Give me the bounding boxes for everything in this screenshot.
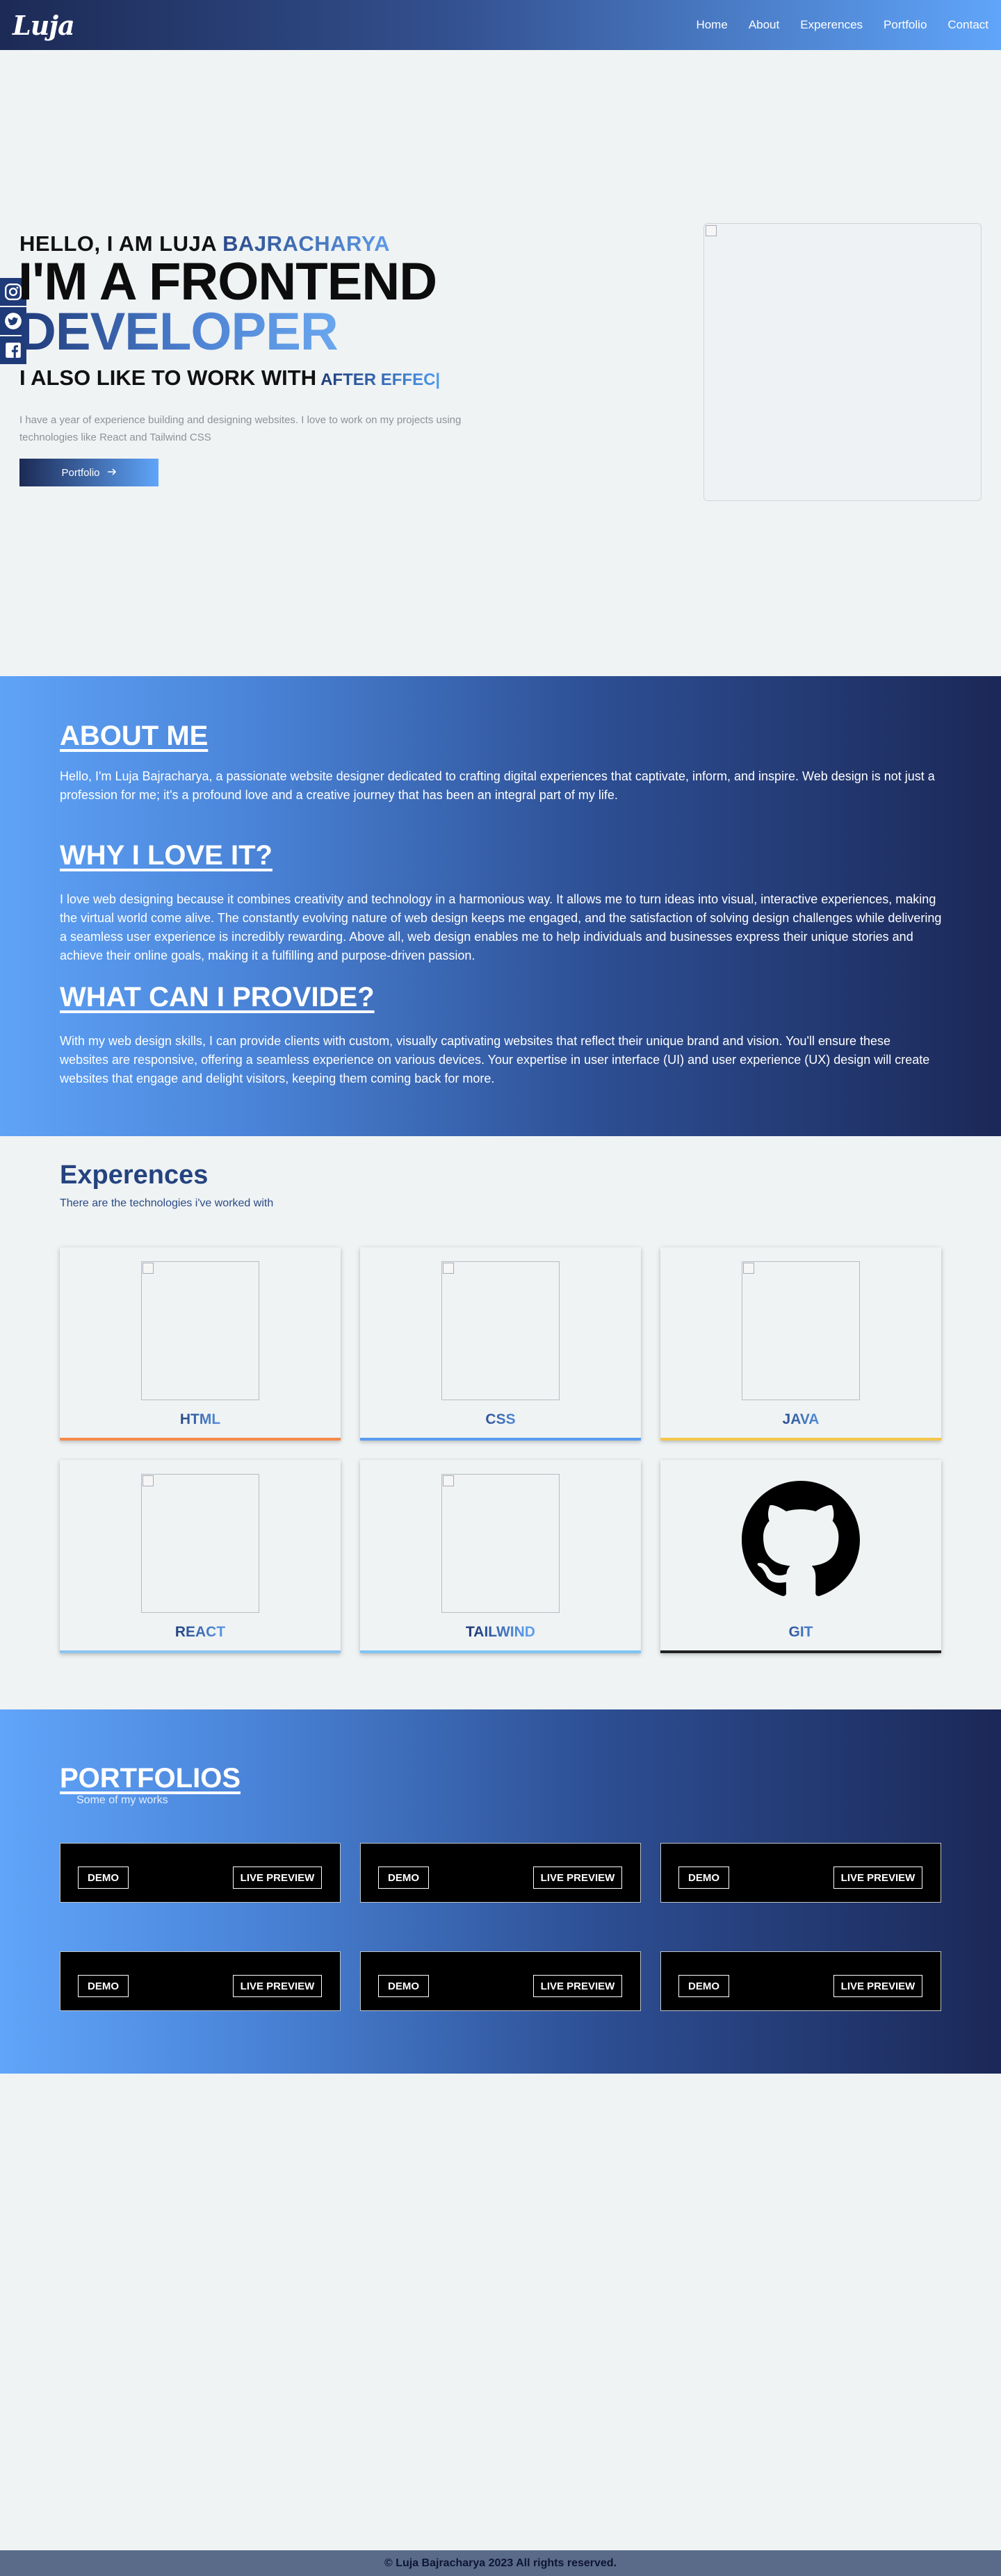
experience-card-label: HTML bbox=[60, 1411, 341, 1428]
portfolio-card: DEMO LIVE PREVIEW bbox=[60, 1843, 341, 1903]
experience-card-label: CSS bbox=[360, 1411, 641, 1428]
live-preview-button[interactable]: LIVE PREVIEW bbox=[533, 1975, 622, 1997]
footer: © Luja Bajracharya 2023 All rights reser… bbox=[0, 2550, 1001, 2576]
experience-card-tailwind: TAILWIND bbox=[360, 1460, 641, 1653]
css-logo-image bbox=[441, 1261, 560, 1400]
portfolio-card: DEMO LIVE PREVIEW bbox=[660, 1843, 941, 1903]
nav-link-home[interactable]: Home bbox=[696, 18, 727, 32]
provide-text: With my web design skills, I can provide… bbox=[60, 1034, 930, 1085]
broken-image-icon bbox=[743, 1263, 754, 1274]
logo[interactable]: Luja bbox=[13, 10, 75, 41]
navbar: Luja Home About Experences Portfolio Con… bbox=[0, 0, 1001, 50]
live-preview-button[interactable]: LIVE PREVIEW bbox=[233, 1867, 322, 1889]
experience-card-css: CSS bbox=[360, 1247, 641, 1441]
broken-image-icon bbox=[443, 1263, 454, 1274]
java-logo-image bbox=[742, 1261, 860, 1400]
github-icon bbox=[742, 1481, 860, 1599]
portfolio-subtitle: Some of my works bbox=[76, 1794, 168, 1806]
experiences-title: Experences bbox=[60, 1160, 209, 1190]
broken-image-icon bbox=[706, 225, 717, 236]
demo-button[interactable]: DEMO bbox=[78, 1867, 129, 1889]
about-heading: ABOUT ME bbox=[60, 721, 209, 751]
portfolio-heading: PORTFOLIOS bbox=[60, 1763, 241, 1794]
demo-button[interactable]: DEMO bbox=[378, 1867, 429, 1889]
portfolio-button[interactable]: Portfolio bbox=[19, 459, 158, 486]
hero-also-text: I ALSO LIKE TO WORK WITH bbox=[19, 366, 317, 390]
html-logo-image bbox=[141, 1261, 259, 1400]
hero-image bbox=[703, 223, 982, 501]
experiences-subtitle: There are the technologies i've worked w… bbox=[60, 1197, 274, 1209]
broken-image-icon bbox=[443, 1475, 454, 1486]
portfolio-card: DEMO LIVE PREVIEW bbox=[360, 1951, 641, 2011]
portfolio-card: DEMO LIVE PREVIEW bbox=[660, 1951, 941, 2011]
nav-link-contact[interactable]: Contact bbox=[947, 18, 988, 32]
nav-link-portfolio[interactable]: Portfolio bbox=[884, 18, 927, 32]
broken-image-icon bbox=[143, 1475, 154, 1486]
live-preview-button[interactable]: LIVE PREVIEW bbox=[833, 1975, 922, 1997]
portfolio-card: DEMO LIVE PREVIEW bbox=[60, 1951, 341, 2011]
tailwind-logo-image bbox=[441, 1474, 560, 1613]
experience-card-label: JAVA bbox=[660, 1411, 941, 1428]
demo-button[interactable]: DEMO bbox=[678, 1975, 729, 1997]
about-section: ABOUT ME Hello, I'm Luja Bajracharya, a … bbox=[0, 676, 1001, 1136]
live-preview-button[interactable]: LIVE PREVIEW bbox=[233, 1975, 322, 1997]
portfolio-card: DEMO LIVE PREVIEW bbox=[360, 1843, 641, 1903]
demo-button[interactable]: DEMO bbox=[78, 1975, 129, 1997]
hero-role-line1: I'M A FRONTEND bbox=[18, 252, 437, 311]
experience-card-label: REACT bbox=[60, 1624, 341, 1641]
hero-typewriter-text: AFTER EFFEC| bbox=[320, 370, 441, 389]
hero-description: I have a year of experience building and… bbox=[19, 414, 462, 443]
hero-also: I ALSO LIKE TO WORK WITH AFTER EFFEC| bbox=[19, 366, 440, 391]
portfolio-section: PORTFOLIOS Some of my works DEMO LIVE PR… bbox=[0, 1709, 1001, 2074]
nav-links: Home About Experences Portfolio Contact bbox=[675, 18, 988, 32]
experience-card-react: REACT bbox=[60, 1460, 341, 1653]
demo-button[interactable]: DEMO bbox=[378, 1975, 429, 1997]
experience-card-html: HTML bbox=[60, 1247, 341, 1441]
hero-role-line2: DEVELOPER bbox=[18, 302, 339, 361]
nav-link-about[interactable]: About bbox=[749, 18, 779, 32]
experience-card-label: TAILWIND bbox=[360, 1624, 641, 1641]
live-preview-button[interactable]: LIVE PREVIEW bbox=[833, 1867, 922, 1889]
react-logo-image bbox=[141, 1474, 259, 1613]
provide-heading: WHAT CAN I PROVIDE? bbox=[60, 982, 375, 1012]
why-text: I love web designing because it combines… bbox=[60, 892, 942, 962]
about-text: Hello, I'm Luja Bajracharya, a passionat… bbox=[60, 769, 935, 802]
experience-card-git: GIT bbox=[660, 1460, 941, 1653]
nav-link-experences[interactable]: Experences bbox=[800, 18, 863, 32]
demo-button[interactable]: DEMO bbox=[678, 1867, 729, 1889]
live-preview-button[interactable]: LIVE PREVIEW bbox=[533, 1867, 622, 1889]
broken-image-icon bbox=[143, 1263, 154, 1274]
arrow-right-icon bbox=[107, 467, 117, 479]
footer-copyright: © Luja Bajracharya 2023 All rights reser… bbox=[384, 2557, 617, 2569]
why-heading: WHY I LOVE IT? bbox=[60, 840, 272, 871]
experience-card-label: GIT bbox=[660, 1624, 941, 1641]
page: Luja Home About Experences Portfolio Con… bbox=[0, 0, 1001, 2576]
experience-card-java: JAVA bbox=[660, 1247, 941, 1441]
portfolio-button-label: Portfolio bbox=[61, 466, 100, 479]
